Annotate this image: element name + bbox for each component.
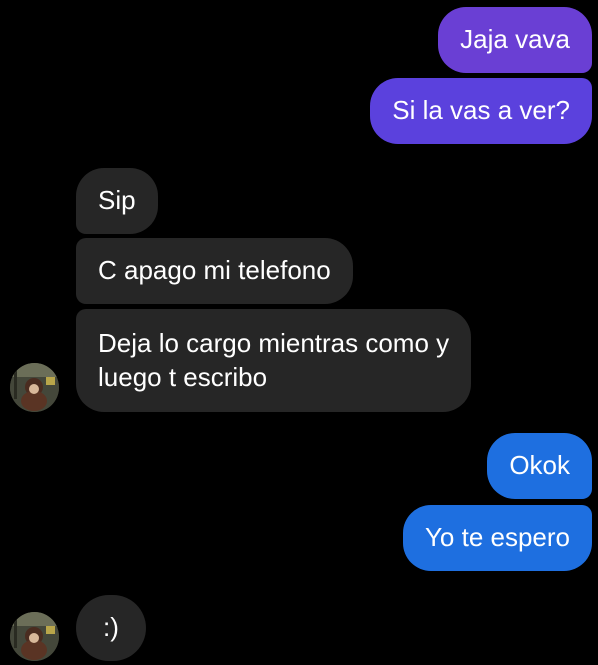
message-bubble-sent[interactable]: Jaja vava [438, 7, 592, 73]
message-text: Yo te espero [424, 522, 570, 552]
message-text: C apago mi telefono [98, 255, 331, 285]
message-text-line: Deja lo cargo mientras como y [98, 328, 450, 358]
message-text: Si la vas a ver? [392, 95, 570, 125]
message-bubble-received[interactable]: Deja lo cargo mientras como y luego t es… [76, 309, 472, 412]
message-bubble-received[interactable]: C apago mi telefono [76, 238, 353, 304]
message-text: Jaja vava [460, 24, 570, 54]
message-bubble-sent[interactable]: Okok [487, 433, 592, 499]
contact-avatar-icon[interactable] [10, 612, 59, 661]
message-text: :) [103, 612, 119, 642]
message-bubble-sent[interactable]: Si la vas a ver? [370, 78, 592, 144]
message-text-line: luego t escribo [98, 362, 268, 392]
message-text: Sip [98, 185, 136, 215]
message-bubble-sent[interactable]: Yo te espero [402, 505, 592, 571]
contact-avatar-icon[interactable] [10, 363, 59, 412]
message-bubble-received[interactable]: :) [76, 595, 146, 661]
message-bubble-received[interactable]: Sip [76, 168, 158, 234]
message-text: Okok [509, 450, 570, 480]
